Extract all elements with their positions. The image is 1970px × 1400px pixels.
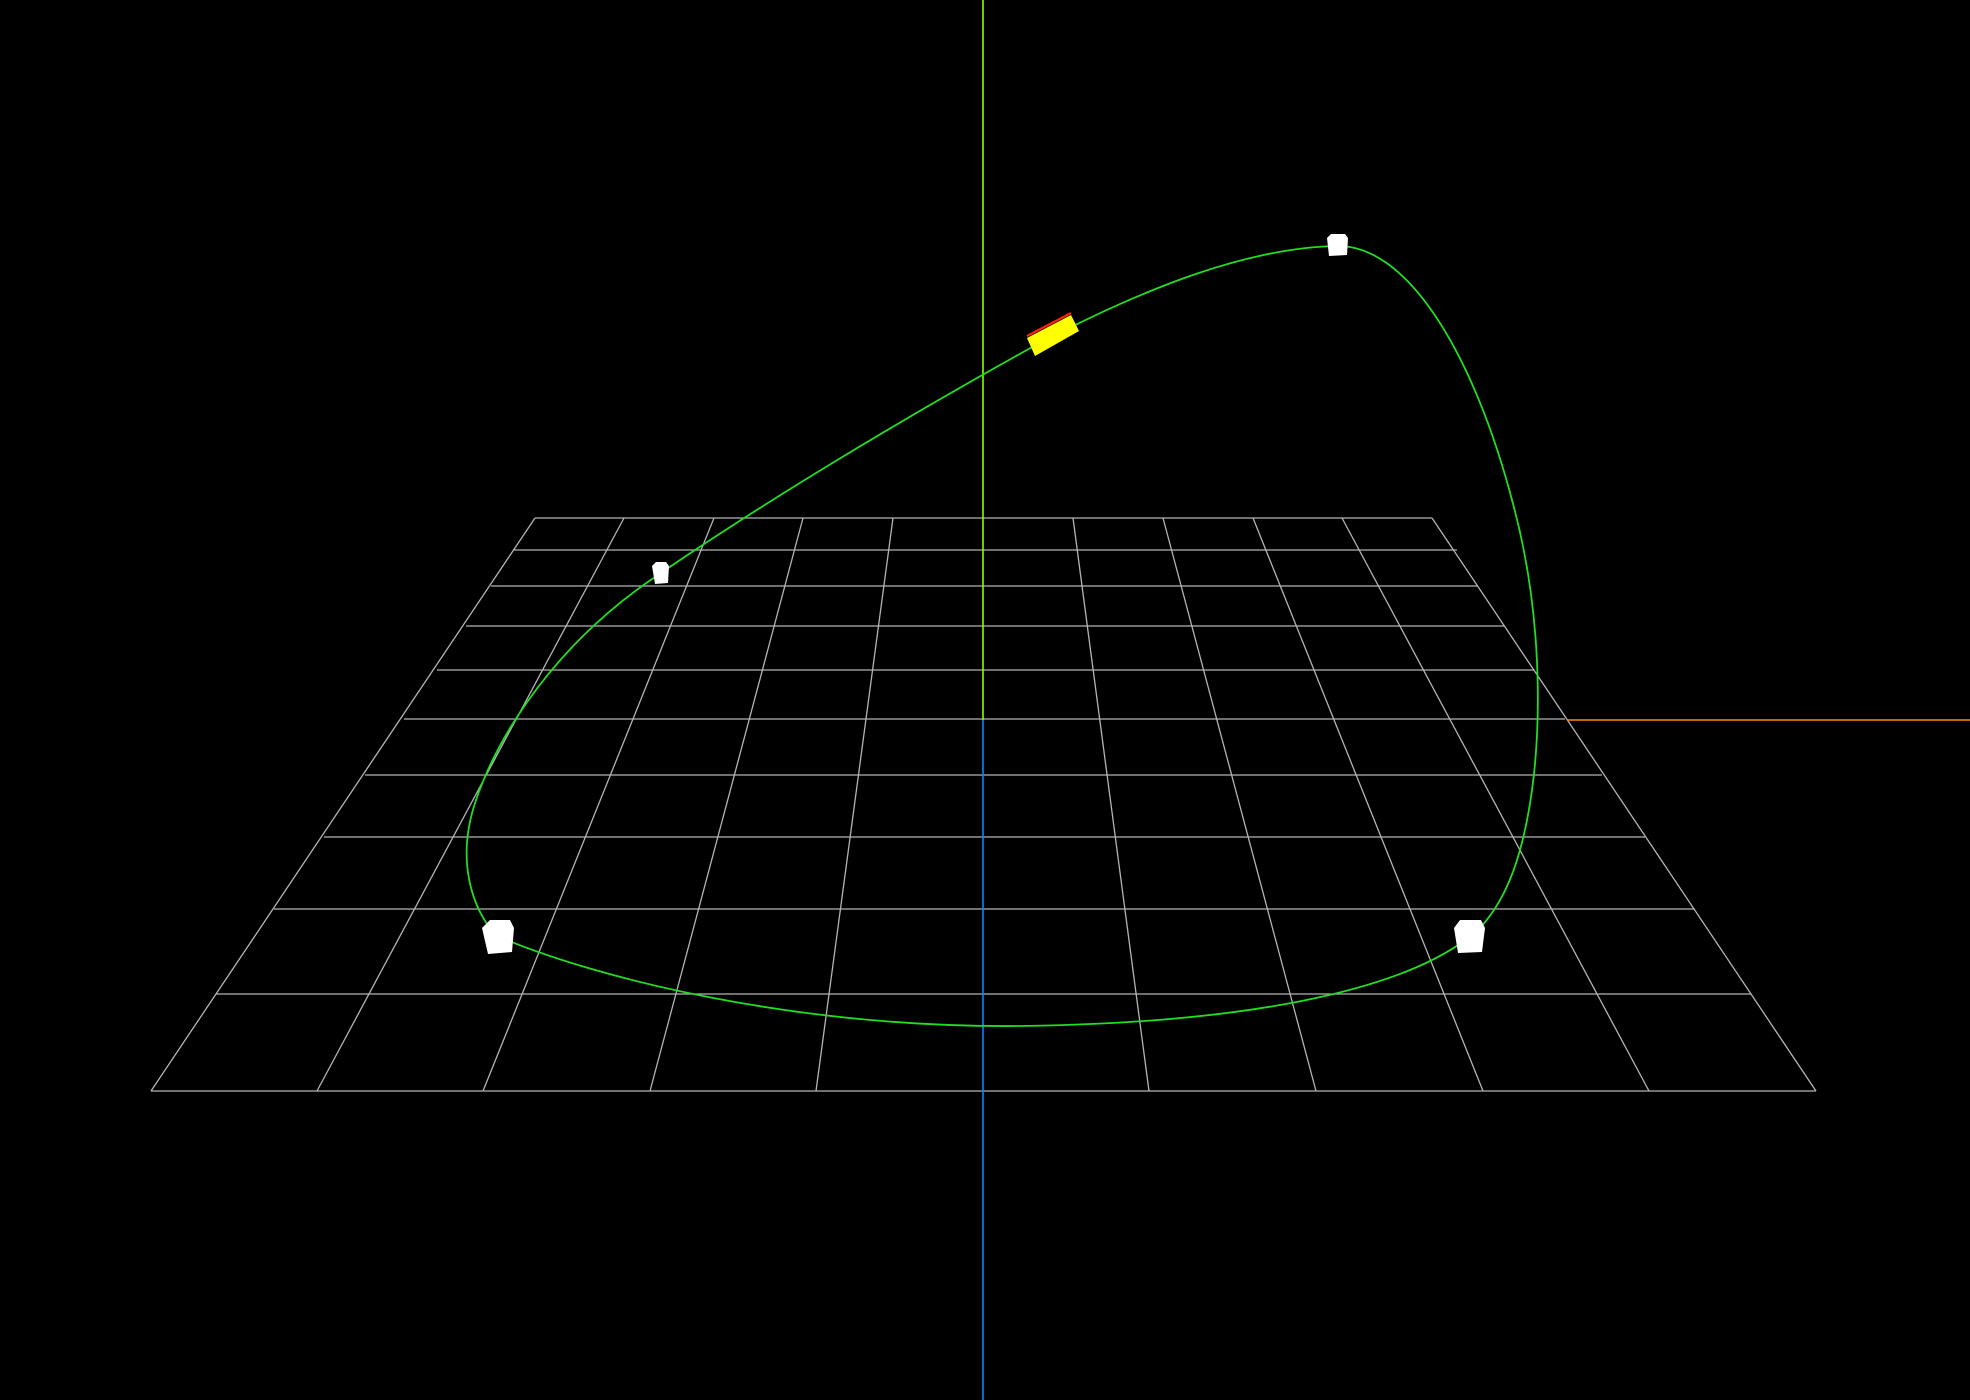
grid-line (1162, 517, 1317, 1092)
grid-line (1341, 517, 1650, 1092)
grid-line (815, 517, 894, 1092)
control-point[interactable] (1327, 234, 1348, 256)
grid-line (1252, 517, 1484, 1092)
grid-line (316, 517, 625, 1092)
control-point[interactable] (482, 920, 514, 954)
grid-line (1072, 517, 1150, 1092)
control-point[interactable] (1454, 920, 1485, 953)
grid-line (1431, 517, 1817, 1092)
grid-line (482, 517, 715, 1092)
scene-canvas[interactable] (0, 0, 1970, 1400)
grid-line (649, 517, 804, 1092)
follower-box[interactable] (1026, 312, 1079, 356)
follower-box-body[interactable] (1027, 315, 1079, 356)
grid-line (150, 517, 536, 1092)
3d-viewport[interactable] (0, 0, 1970, 1400)
control-point[interactable] (652, 562, 669, 584)
